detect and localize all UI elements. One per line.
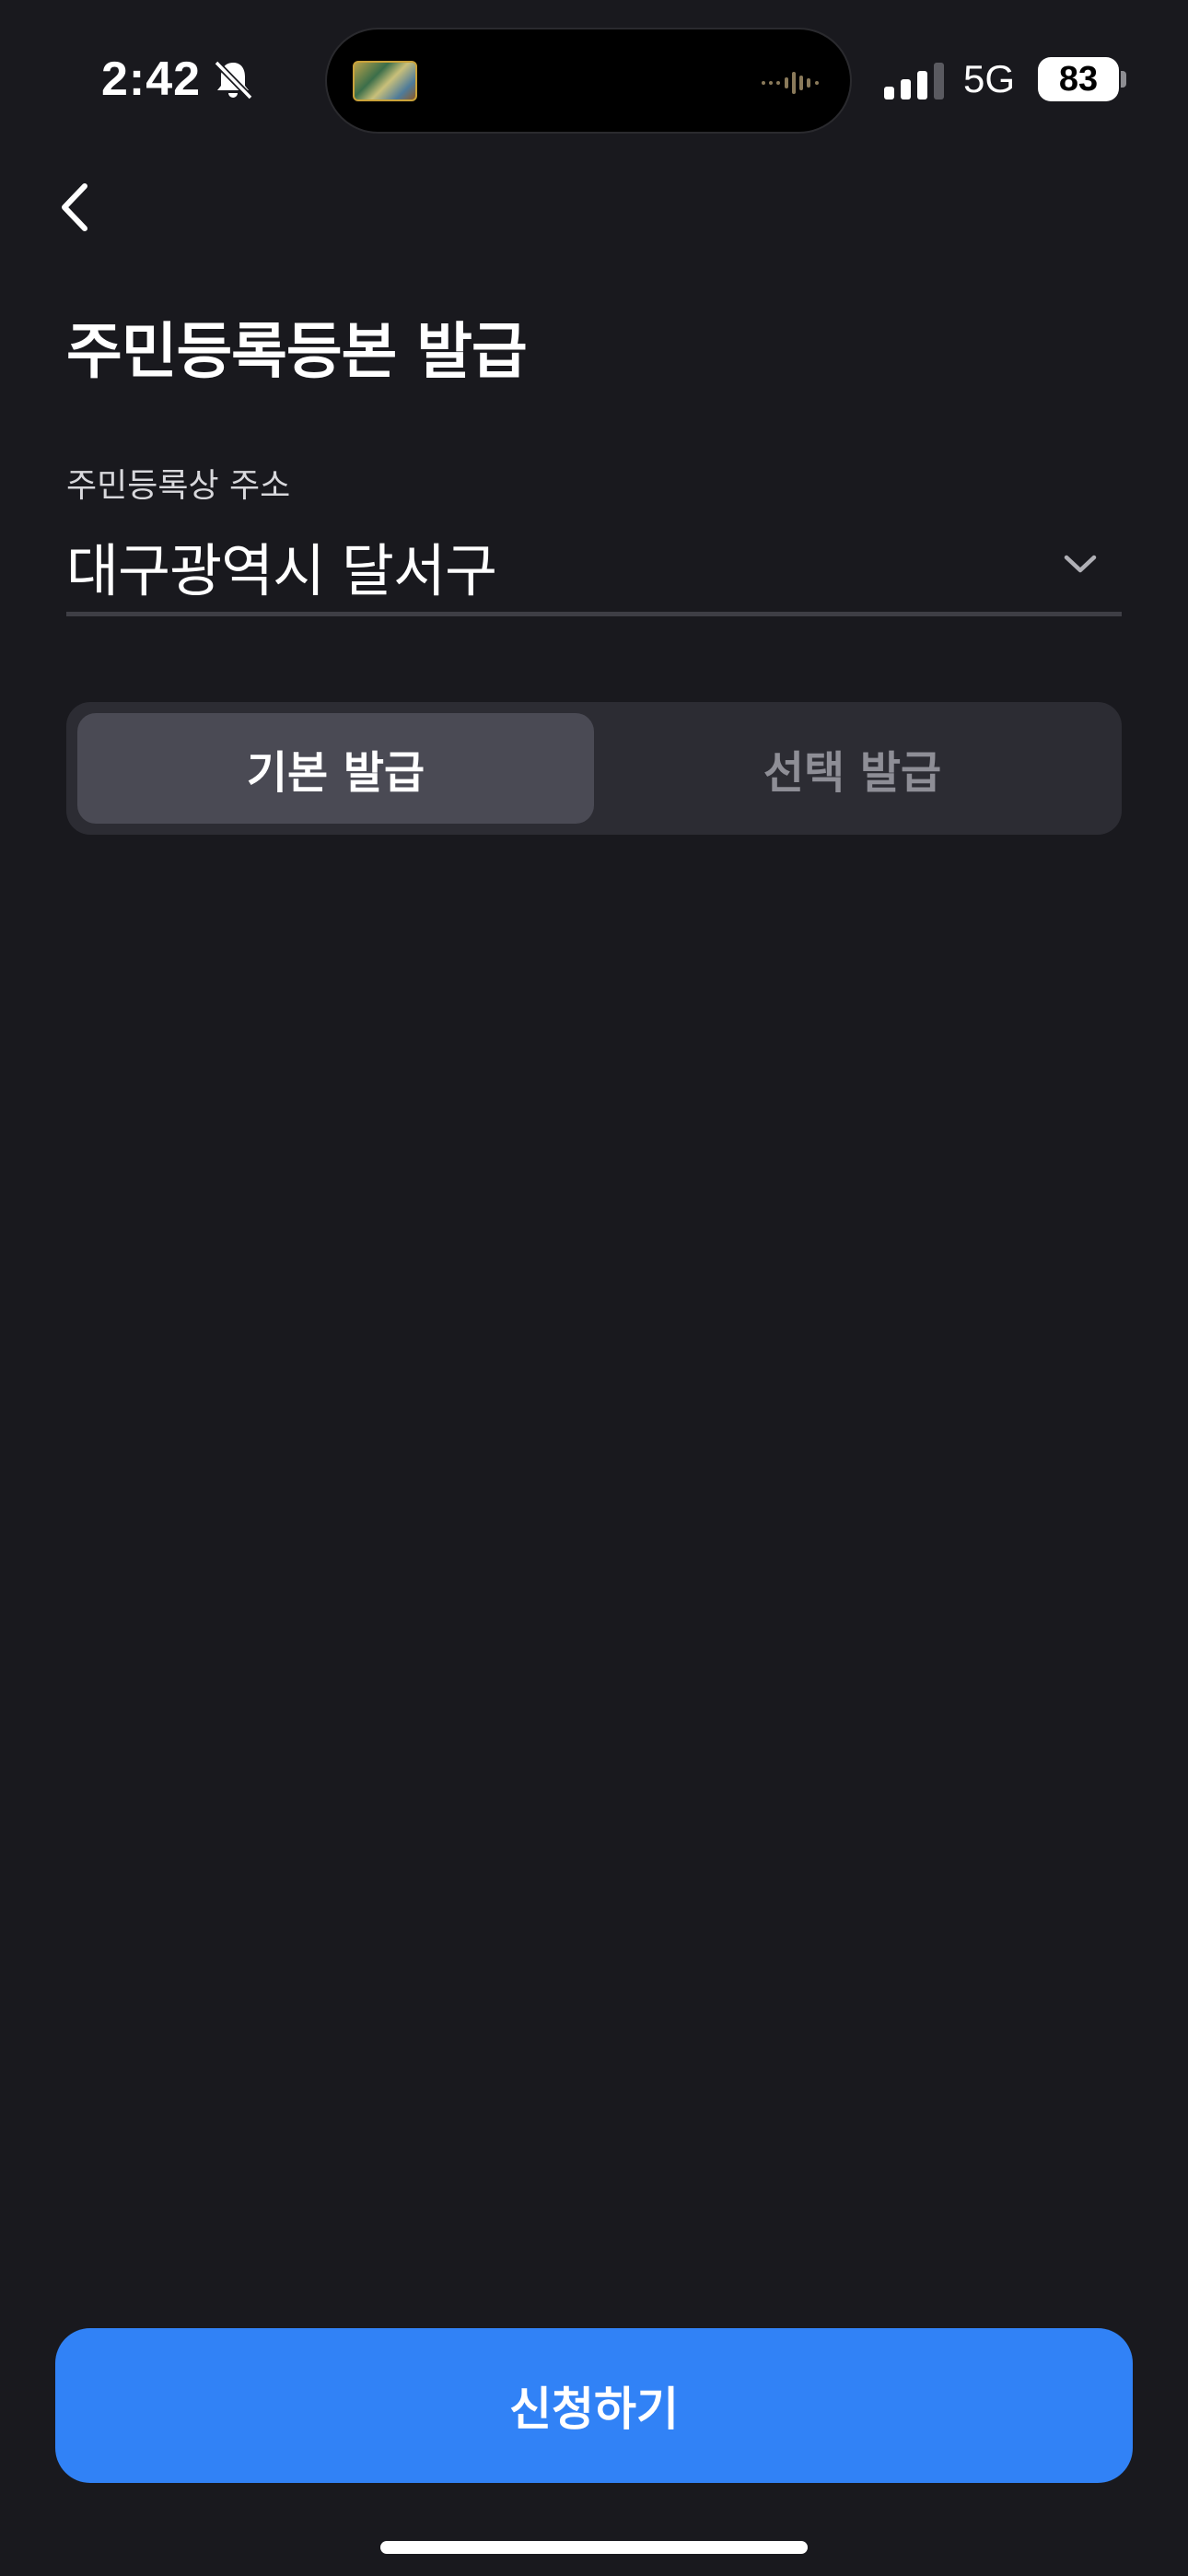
bell-slash-icon: [214, 60, 253, 100]
address-select[interactable]: 대구광역시 달서구: [66, 511, 1122, 616]
back-arrow-icon[interactable]: [48, 175, 107, 240]
status-time: 2:42: [101, 53, 202, 106]
now-playing-thumbnail: [353, 61, 417, 101]
address-value: 대구광역시 달서구: [66, 537, 497, 604]
signal-icon: [884, 63, 944, 100]
battery-cap: [1121, 71, 1126, 88]
page-title: 주민등록등본 발급: [66, 316, 528, 387]
audio-waveform-icon: [762, 72, 819, 94]
network-type: 5G: [963, 57, 1016, 100]
issue-type-segmented-control: 기본 발급 선택 발급: [66, 702, 1122, 835]
battery-level: 83: [1058, 59, 1099, 99]
screen: 2:42 5G 83 주민등록등본 발급 주민등록상 주소 대구광역시 달서구 …: [0, 0, 1188, 2576]
address-label: 주민등록상 주소: [66, 467, 291, 505]
tab-basic-issue[interactable]: 기본 발급: [77, 713, 594, 824]
apply-button[interactable]: 신청하기: [55, 2328, 1133, 2483]
chevron-down-icon: [1064, 555, 1097, 573]
battery-icon: 83: [1038, 57, 1119, 101]
dynamic-island[interactable]: [325, 28, 852, 134]
home-indicator[interactable]: [380, 2541, 808, 2554]
tab-select-issue[interactable]: 선택 발급: [594, 713, 1111, 824]
